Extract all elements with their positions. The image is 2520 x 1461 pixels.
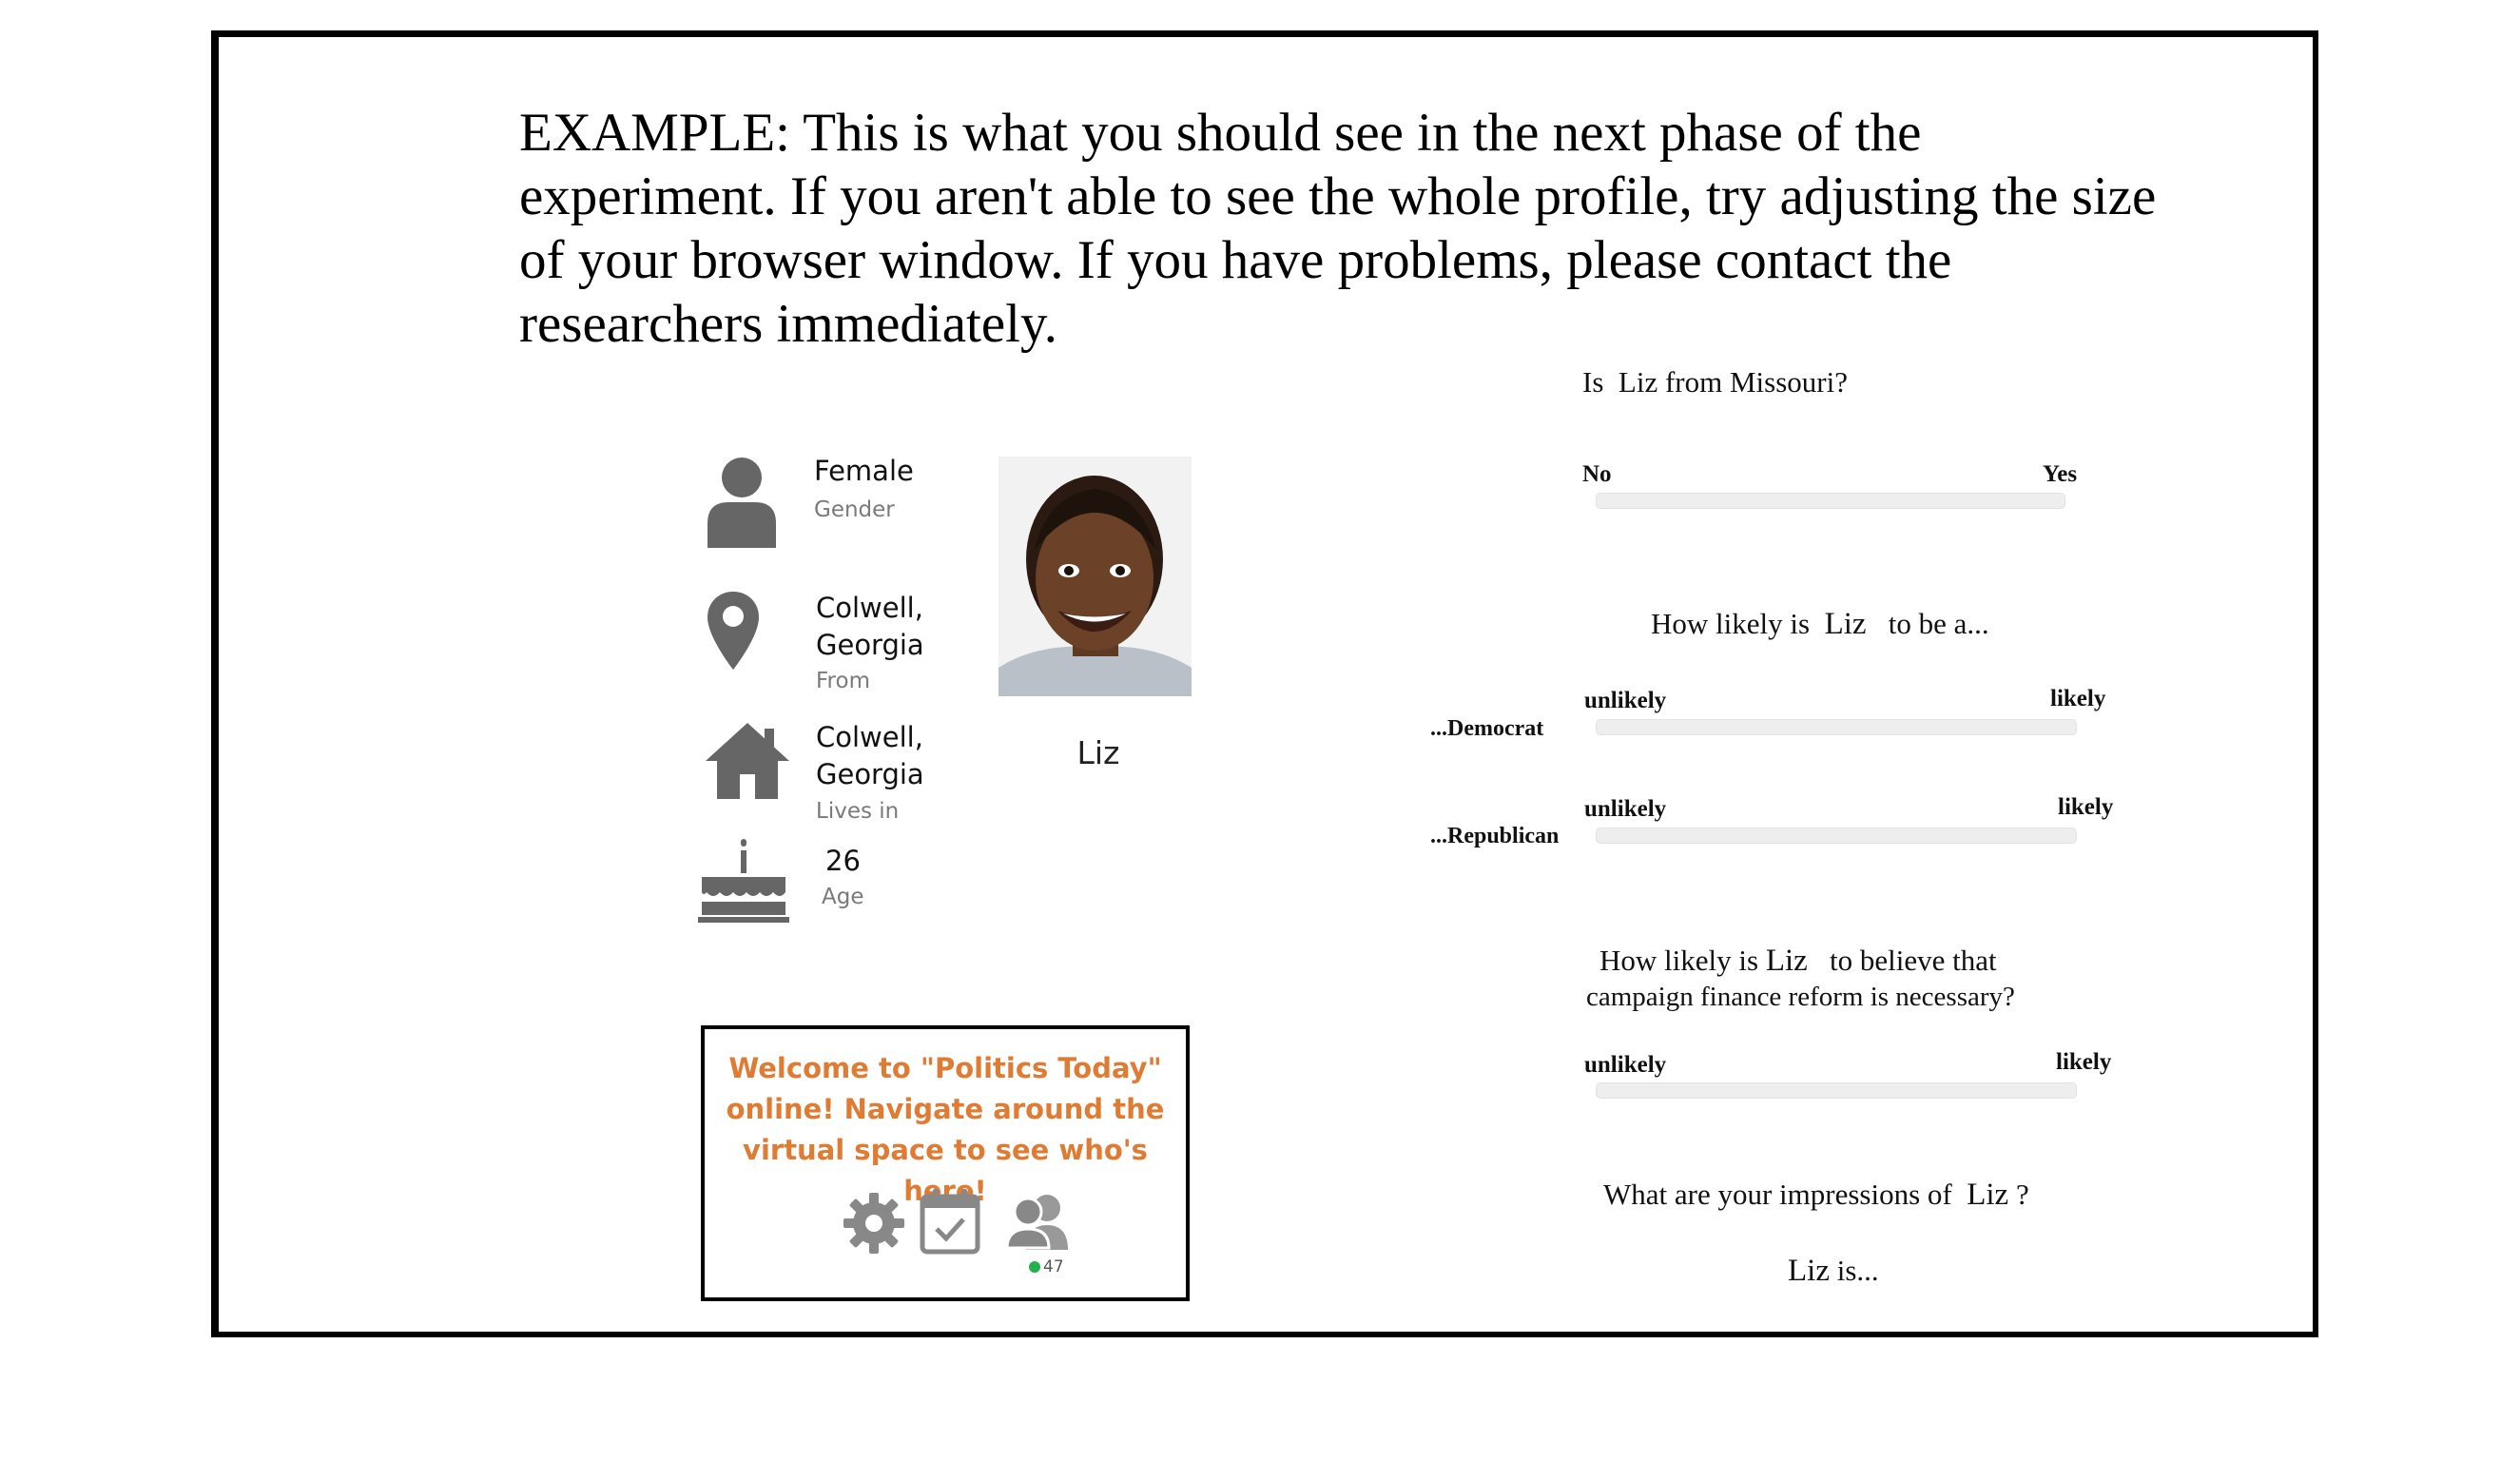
question-finance-reform-line2: campaign finance reform is necessary?	[1586, 982, 2015, 1012]
republican-label: ...Republican	[1430, 824, 1560, 848]
question-finance-reform: How likely is Liz to believe that	[1599, 944, 1997, 979]
slider-right-label: likely	[2056, 1049, 2112, 1075]
slider-left-label: unlikely	[1584, 1052, 1667, 1078]
finance-reform-slider[interactable]	[1596, 1082, 2077, 1099]
question-name: Liz	[1618, 365, 1658, 399]
online-count: 47	[1043, 1257, 1064, 1276]
welcome-panel: Welcome to "Politics Today" online! Navi…	[701, 1025, 1190, 1301]
birthday-cake-icon	[696, 839, 791, 926]
question-text: ?	[2015, 1178, 2029, 1211]
gear-icon[interactable]	[843, 1193, 904, 1257]
question-text: is...	[1836, 1254, 1879, 1287]
question-text: How likely is	[1651, 607, 1811, 640]
from-label: From	[816, 669, 870, 693]
house-icon	[704, 719, 791, 805]
person-icon	[704, 455, 780, 552]
democrat-label: ...Democrat	[1430, 716, 1544, 741]
question-name: Liz	[1967, 1178, 2009, 1212]
question-name: Liz	[1788, 1254, 1830, 1288]
question-name: Liz	[1824, 607, 1867, 641]
question-impressions: What are your impressions of Liz ?	[1603, 1178, 2029, 1213]
lives-in-value: Colwell, Georgia	[816, 721, 924, 790]
missouri-slider[interactable]	[1596, 493, 2065, 509]
slider-left-label: unlikely	[1584, 688, 1667, 713]
age-value: 26	[825, 845, 861, 877]
instructions-text: EXAMPLE: This is what you should see in …	[519, 103, 2157, 354]
online-users-icon[interactable]	[1005, 1191, 1074, 1254]
slider-right-label: Yes	[2043, 461, 2078, 487]
profile-photo	[998, 457, 1192, 696]
question-party: How likely is Liz to be a...	[1651, 607, 1989, 642]
question-missouri: Is Liz from Missouri?	[1582, 365, 1848, 399]
question-is: Liz is...	[1788, 1254, 1879, 1289]
question-text: to believe that	[1830, 944, 1997, 977]
question-text: Is	[1582, 365, 1604, 399]
question-text: from Missouri?	[1664, 365, 1848, 399]
online-status-dot	[1029, 1261, 1040, 1273]
question-text: What are your impressions of	[1603, 1178, 1952, 1211]
question-name: Liz	[1765, 944, 1808, 978]
calendar-check-icon[interactable]	[920, 1187, 980, 1259]
question-text: How likely is	[1599, 944, 1759, 977]
profile-name: Liz	[1076, 734, 1120, 771]
slider-left-label: No	[1582, 461, 1612, 487]
gender-value: Female	[814, 455, 914, 487]
age-label: Age	[822, 885, 864, 909]
lives-in-label: Lives in	[816, 799, 900, 824]
republican-slider[interactable]	[1596, 828, 2077, 844]
slider-right-label: likely	[2058, 794, 2114, 820]
question-text: to be a...	[1888, 607, 1989, 640]
slider-right-label: likely	[2050, 686, 2106, 711]
gender-label: Gender	[814, 497, 895, 522]
location-pin-icon	[706, 590, 761, 675]
slider-left-label: unlikely	[1584, 796, 1667, 822]
democrat-slider[interactable]	[1596, 719, 2077, 735]
from-value: Colwell, Georgia	[816, 592, 924, 661]
